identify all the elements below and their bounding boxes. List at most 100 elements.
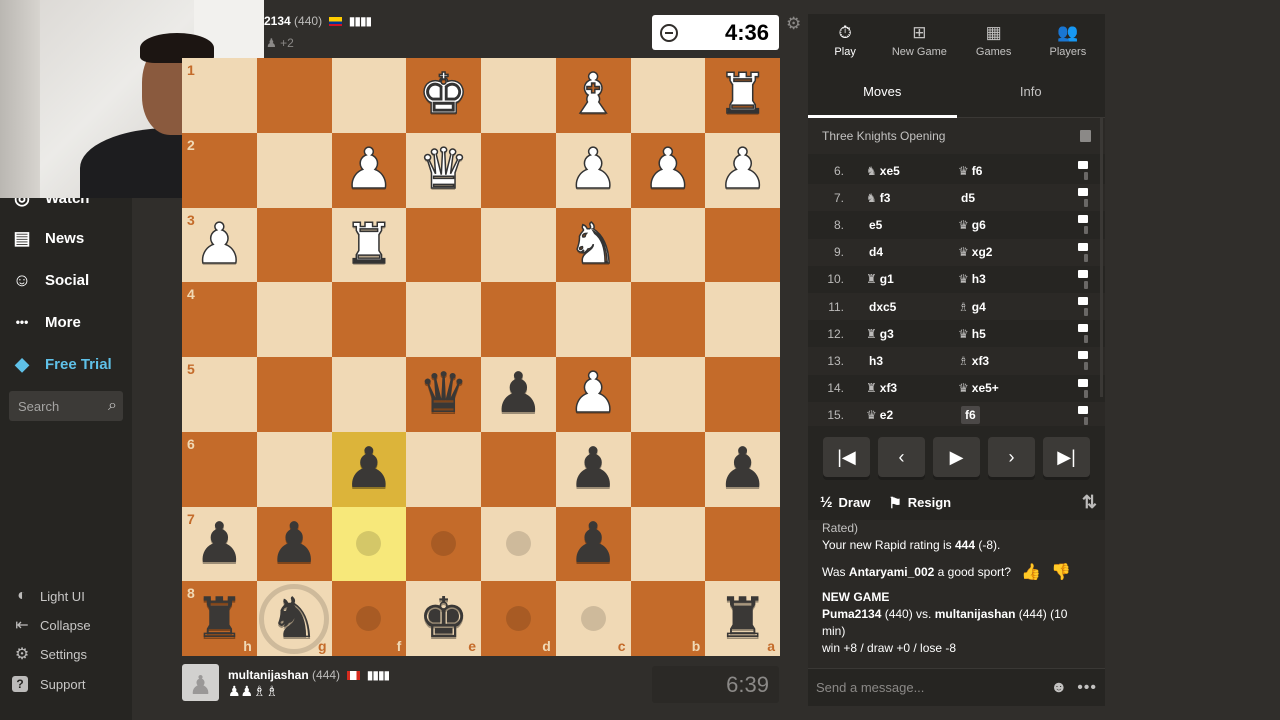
black-move[interactable]: ♛ xe5+ [958, 381, 1050, 395]
nav-players[interactable]: 👥 Players [1031, 14, 1105, 66]
board-square[interactable]: ♟ [481, 357, 556, 432]
board-square[interactable]: ♚ [406, 58, 481, 133]
board-square[interactable] [481, 58, 556, 133]
player-name[interactable]: multanijashan [228, 668, 309, 682]
board-square[interactable]: ♟ [705, 132, 780, 208]
last-move-button[interactable]: ▶| [1043, 437, 1090, 477]
board-square[interactable]: ♜ [331, 207, 407, 283]
white-move[interactable]: d4 [866, 245, 958, 259]
book-icon[interactable] [1080, 130, 1091, 142]
board-square[interactable] [555, 282, 631, 357]
black-pawn[interactable]: ♟ [718, 441, 768, 497]
board-square[interactable] [406, 282, 481, 357]
emoji-icon[interactable]: ☻ [1050, 679, 1067, 697]
resign-button[interactable]: ⚑ Resign [888, 494, 951, 512]
white-move[interactable]: dxc5 [866, 300, 958, 314]
board-square[interactable]: ♟ [555, 357, 631, 432]
board-square[interactable] [406, 431, 481, 507]
chess-board[interactable]: 1 ♚ ♝ ♜ 2 ♟ ♛ ♟ ♟ ♟ 3 ♟ ♜ ♞ 4 5 ♛ ♟ ♟ 6 ♟ ♟ ♟ 7 ♟ ♟ ♟ 8 h ♜ g ♞ f e ♚ d c b a ♜ [182, 58, 780, 656]
black-pawn[interactable]: ♟ [344, 441, 394, 497]
board-square[interactable] [481, 282, 556, 357]
chat-input[interactable] [816, 680, 1051, 695]
legal-move-dot[interactable] [356, 531, 382, 557]
board-square[interactable]: e ♚ [406, 581, 481, 656]
board-square[interactable]: f [331, 581, 407, 656]
white-player-link[interactable]: Puma2134 [822, 607, 881, 621]
board-square[interactable]: 1 [182, 58, 257, 133]
board-square[interactable]: b [630, 581, 706, 656]
board-square[interactable] [705, 207, 780, 283]
board-square[interactable] [705, 357, 780, 432]
board-square[interactable]: ♟ [555, 132, 631, 208]
white-move[interactable]: e5 [866, 218, 958, 232]
board-square[interactable]: a ♜ [705, 581, 780, 656]
board-square[interactable] [630, 506, 706, 582]
legal-move-dot[interactable] [431, 531, 457, 557]
board-square[interactable]: 2 [182, 132, 257, 208]
board-square[interactable] [256, 431, 332, 507]
board-square[interactable] [256, 132, 332, 208]
black-move[interactable]: ♛ h5 [958, 327, 1050, 341]
legal-move-dot[interactable] [580, 606, 606, 632]
board-square[interactable]: 7 ♟ [182, 506, 257, 582]
board-square[interactable] [256, 207, 332, 283]
white-bishop[interactable]: ♝ [567, 66, 619, 124]
legal-move-dot[interactable] [356, 606, 382, 632]
capture-hint-ring[interactable] [259, 583, 330, 654]
board-square[interactable] [331, 282, 407, 357]
board-square[interactable]: ♟ [256, 506, 332, 582]
black-move[interactable]: ♛ f6 [958, 164, 1050, 178]
white-pawn[interactable]: ♟ [642, 141, 694, 199]
board-square[interactable] [630, 357, 706, 432]
board-square[interactable]: 6 [182, 431, 257, 507]
sidebar-item-news[interactable]: ▤ News [10, 223, 84, 253]
black-move[interactable]: ♗ xf3 [958, 354, 1050, 368]
white-pawn[interactable]: ♟ [194, 216, 246, 274]
search-input[interactable] [18, 398, 98, 414]
board-square[interactable] [331, 357, 407, 432]
flip-board-icon[interactable]: ⇅ [1082, 492, 1097, 513]
board-square[interactable] [256, 357, 332, 432]
thumbs-down-icon[interactable]: 👎 [1051, 564, 1071, 581]
board-square[interactable]: ♟ [630, 132, 706, 208]
white-rook[interactable]: ♜ [343, 216, 395, 274]
board-square[interactable] [481, 207, 556, 283]
black-pawn[interactable]: ♟ [568, 441, 618, 497]
black-king[interactable]: ♚ [419, 590, 469, 647]
board-square[interactable]: ♞ [555, 207, 631, 283]
board-square[interactable]: ♟ [331, 132, 407, 208]
board-square[interactable]: ♝ [555, 58, 631, 133]
black-move[interactable]: f6 [958, 406, 1050, 425]
black-pawn[interactable]: ♟ [194, 515, 244, 572]
sidebar-item-more[interactable]: ••• More [10, 307, 81, 337]
white-king[interactable]: ♚ [418, 66, 470, 124]
board-square[interactable]: 4 [182, 282, 257, 357]
board-square[interactable]: ♟ [555, 506, 631, 582]
tab-info[interactable]: Info [957, 66, 1106, 117]
board-settings-gear-icon[interactable]: ⚙ [786, 14, 801, 34]
board-square[interactable] [331, 506, 407, 582]
board-square[interactable] [705, 282, 780, 357]
board-square[interactable]: ♛ [406, 132, 481, 208]
black-pawn[interactable]: ♟ [568, 515, 618, 572]
board-square[interactable]: ♛ [406, 357, 481, 432]
board-square[interactable] [256, 58, 332, 133]
black-move[interactable]: ♗ g4 [958, 300, 1050, 314]
move-list-scrollbar[interactable] [1100, 117, 1103, 397]
board-square[interactable] [406, 207, 481, 283]
search-icon[interactable]: ⌕ [108, 397, 117, 415]
next-move-button[interactable]: › [988, 437, 1035, 477]
more-options-icon[interactable]: ••• [1077, 679, 1097, 697]
nav-play[interactable]: ⏱ Play [808, 14, 882, 66]
board-square[interactable] [630, 431, 706, 507]
white-move[interactable]: ♛ e2 [866, 408, 958, 422]
board-square[interactable]: ♟ [331, 431, 407, 507]
white-move[interactable]: ♜ g1 [866, 272, 958, 286]
black-player-link[interactable]: multanijashan [935, 607, 1016, 621]
sidebar-item-social[interactable]: ☺ Social [10, 265, 89, 295]
board-square[interactable]: c [555, 581, 631, 656]
white-pawn[interactable]: ♟ [567, 141, 619, 199]
board-square[interactable] [481, 431, 556, 507]
black-rook[interactable]: ♜ [718, 590, 768, 647]
board-square[interactable]: 5 [182, 357, 257, 432]
